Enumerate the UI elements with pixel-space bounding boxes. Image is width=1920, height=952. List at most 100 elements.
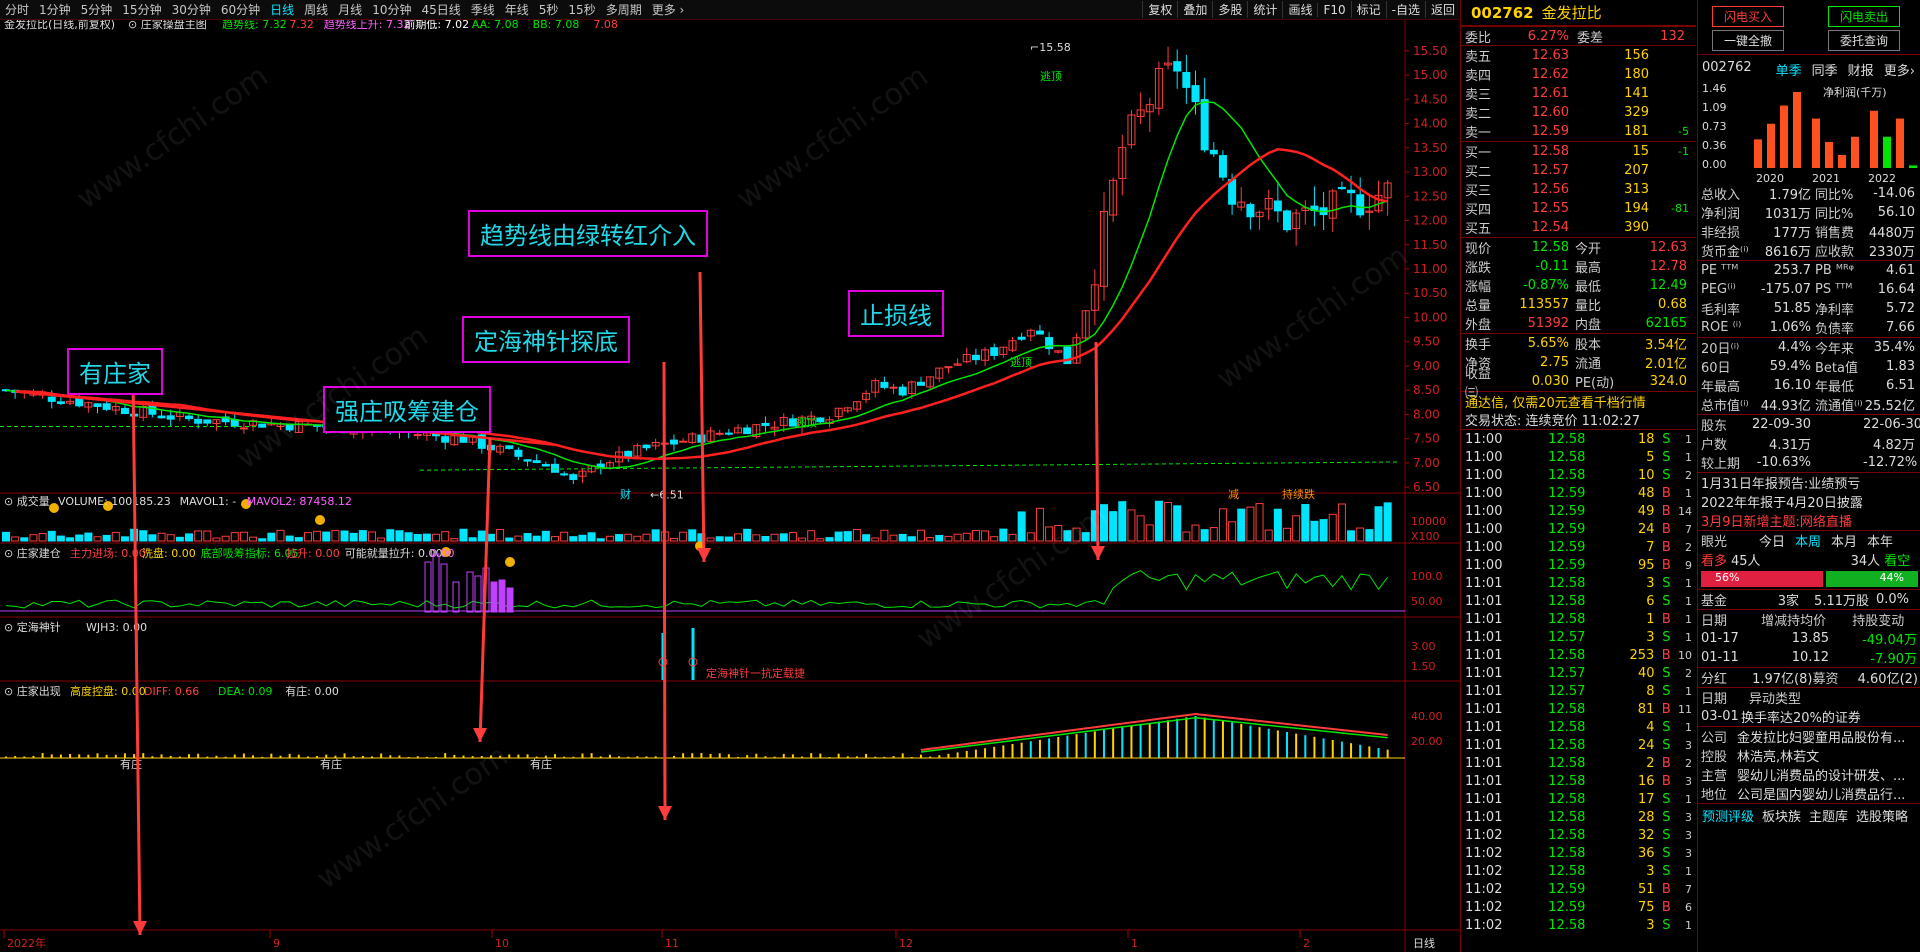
- vision-tab[interactable]: 今日: [1759, 531, 1785, 550]
- candle-body: [1182, 72, 1191, 88]
- price-tick-label: 8.00: [1413, 407, 1440, 421]
- book-volume: 156: [1624, 48, 1649, 63]
- footer-tab[interactable]: 选股策略: [1856, 806, 1908, 825]
- tick-time: 11:00: [1465, 539, 1503, 555]
- toolbar-button[interactable]: 返回: [1424, 1, 1460, 18]
- book-level-label: 卖五: [1465, 50, 1492, 65]
- volume-bar: [999, 528, 1008, 542]
- period-tab[interactable]: 分时: [0, 1, 34, 18]
- profit-bar: [1812, 118, 1820, 168]
- news-item[interactable]: 1月31日年报预告:业绩预亏: [1698, 473, 1920, 492]
- vision-tab[interactable]: 本月: [1831, 531, 1857, 550]
- period-tab[interactable]: 10分钟: [367, 1, 416, 18]
- tick-row: 11:01 12.57 3 S 1: [1461, 628, 1696, 646]
- abnormal-type: 换手率达20%的证券: [1741, 711, 1861, 726]
- tab-more[interactable]: 更多›: [1884, 60, 1915, 79]
- period-tab[interactable]: 多周期: [601, 1, 647, 18]
- toolbar-button[interactable]: F10: [1317, 2, 1350, 17]
- tab-quarter[interactable]: 单季: [1776, 60, 1802, 79]
- period-tab[interactable]: 15秒: [563, 1, 600, 18]
- f10-value: 8616万: [1764, 245, 1811, 260]
- period-tab[interactable]: 更多 ›: [647, 1, 690, 18]
- tick-row: 11:00 12.59 24 B 7: [1461, 520, 1696, 538]
- tick-count: 3: [1685, 810, 1692, 824]
- tick-time: 11:00: [1465, 521, 1503, 537]
- period-tab[interactable]: 15分钟: [117, 1, 166, 18]
- toolbar-button[interactable]: -自选: [1385, 1, 1425, 18]
- level2-notice[interactable]: 通达信, 仅需20元查看千档行情: [1461, 391, 1696, 411]
- volume-bar: [294, 537, 303, 542]
- toolbar-button[interactable]: 叠加: [1177, 1, 1212, 18]
- footer-tab[interactable]: 预测评级: [1702, 806, 1754, 825]
- tick-volume: 18: [1637, 431, 1655, 447]
- period-tab[interactable]: 30分钟: [167, 1, 216, 18]
- tick-count: 1: [1685, 918, 1692, 932]
- volume-bar: [944, 535, 953, 542]
- period-tab[interactable]: 周线: [299, 1, 333, 18]
- kline-chart-canvas[interactable]: 15.5015.0014.5014.0013.5013.0012.5012.00…: [0, 20, 1460, 952]
- order-query-button[interactable]: 委托查询: [1828, 30, 1900, 51]
- tick-row: 11:02 12.59 75 B 6: [1461, 898, 1696, 916]
- period-tab[interactable]: 60分钟: [216, 1, 265, 18]
- cancel-all-button[interactable]: 一键全撤: [1712, 30, 1784, 51]
- candle-body: [93, 403, 102, 408]
- flash-buy-button[interactable]: 闪电买入: [1712, 6, 1784, 27]
- annotation-arrow: [662, 361, 667, 821]
- stat-label: 外盘: [1465, 318, 1492, 333]
- tab-report[interactable]: 财报: [1848, 60, 1874, 79]
- tick-side: S: [1662, 917, 1671, 933]
- book-level-label: 买四: [1465, 203, 1492, 218]
- stat-label: 内盘: [1575, 318, 1602, 333]
- volume-bar: [221, 535, 230, 542]
- footer-tab[interactable]: 主题库: [1809, 806, 1848, 825]
- price-tick-label: 12.00: [1413, 214, 1447, 228]
- period-tab[interactable]: 5秒: [534, 1, 564, 18]
- f10-label: 20日⁽ⁱ⁾: [1701, 342, 1740, 357]
- order-book-row: 卖二 12.60 329: [1461, 103, 1696, 122]
- volume-bar: [1200, 529, 1209, 542]
- footer-tab[interactable]: 板块族: [1762, 806, 1801, 825]
- kline-chart-area[interactable]: 15.50 15.00 14.50 14.00 13.50 13.00 12.50 12.00…: [0, 20, 1460, 952]
- toolbar-button[interactable]: 复权: [1142, 1, 1177, 18]
- toolbar-button[interactable]: 多股: [1212, 1, 1247, 18]
- price-tick-label: 13.50: [1413, 141, 1447, 155]
- period-tab[interactable]: 日线: [265, 1, 299, 18]
- vision-tab[interactable]: 本周: [1795, 531, 1821, 550]
- period-tab[interactable]: 季线: [466, 1, 500, 18]
- tick-list[interactable]: 11:00 12.58 18 S 1 11:00 12.58 5 S 1 11:00 12.58 10 S…: [1461, 429, 1696, 934]
- news-item[interactable]: 3月9日新增主题:网络直播: [1698, 511, 1920, 530]
- period-tab[interactable]: 45日线: [416, 1, 465, 18]
- x-axis-label: 12: [899, 937, 913, 950]
- volume-bar: [139, 530, 148, 542]
- fund-cell: 5.11万股: [1814, 594, 1869, 609]
- price-tick-label: 10.00: [1413, 310, 1447, 324]
- period-tab[interactable]: 5分钟: [76, 1, 118, 18]
- toolbar-button[interactable]: 统计: [1247, 1, 1282, 18]
- volume-bar: [1218, 508, 1227, 542]
- diff-line: [920, 712, 1388, 751]
- period-tab[interactable]: 年线: [500, 1, 534, 18]
- flash-sell-button[interactable]: 闪电卖出: [1828, 6, 1900, 27]
- toolbar-button[interactable]: 标记: [1350, 1, 1386, 18]
- toolbar-button[interactable]: 画线: [1282, 1, 1317, 18]
- period-tab[interactable]: 月线: [333, 1, 367, 18]
- tab-same-quarter[interactable]: 同季: [1812, 60, 1838, 79]
- x-axis-label: 2022年: [7, 936, 46, 950]
- news-item[interactable]: 2022年年报于4月20日披露: [1698, 492, 1920, 511]
- volume-bar: [1026, 532, 1035, 542]
- tick-side: B: [1661, 881, 1671, 897]
- f10-value: 44.93亿: [1760, 399, 1811, 414]
- period-tab[interactable]: 1分钟: [34, 1, 76, 18]
- tick-row: 11:00 12.59 49 B 14: [1461, 502, 1696, 520]
- f10-label: PS ᵀᵀᴹ: [1815, 282, 1853, 297]
- tick-price: 12.58: [1548, 737, 1586, 753]
- candle-body: [1173, 61, 1182, 72]
- bear-label: 看空: [1884, 554, 1911, 569]
- chart-title: 金发拉比(日线,前复权): [4, 20, 115, 31]
- candle-body: [239, 427, 248, 430]
- volume-bar: [102, 534, 111, 542]
- volume-bar: [1337, 503, 1346, 542]
- vision-tab[interactable]: 本年: [1867, 531, 1893, 550]
- volume-bar: [20, 537, 29, 542]
- volume-bar: [990, 536, 999, 542]
